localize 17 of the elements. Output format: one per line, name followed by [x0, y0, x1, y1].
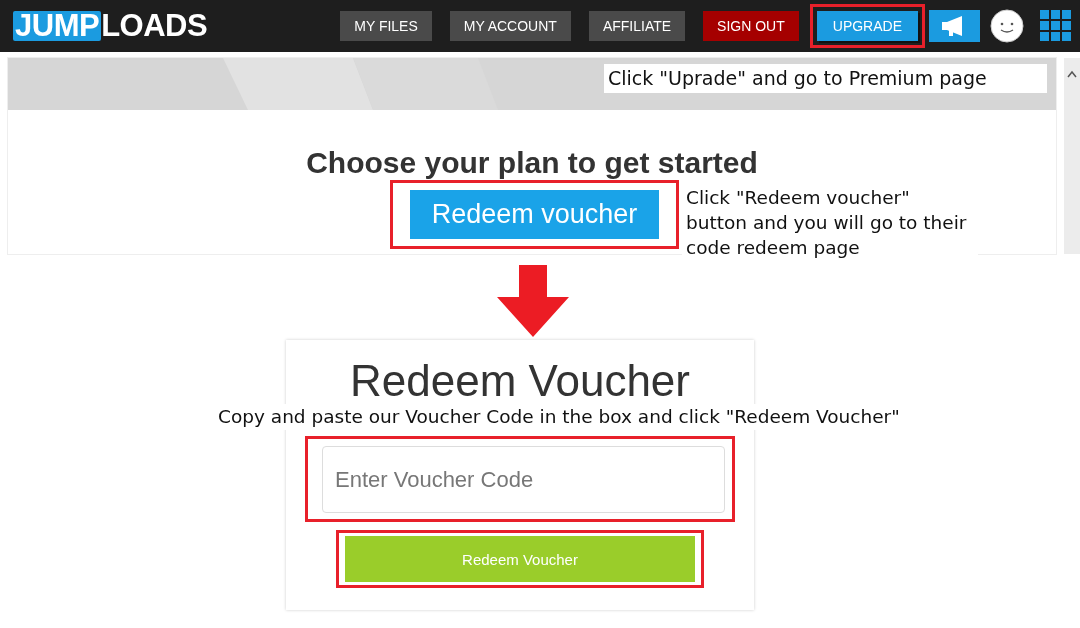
nav-button[interactable]: SIGN OUT [703, 11, 799, 41]
apps-grid-icon[interactable] [1040, 10, 1072, 42]
scrollbar[interactable] [1064, 58, 1080, 254]
nav-button[interactable]: MY FILES [340, 11, 432, 41]
annotation-note: Click "Uprade" and go to Premium page [604, 64, 1047, 93]
logo-text: LOADS [101, 8, 208, 44]
voucher-title: Redeem Voucher [350, 356, 690, 406]
logo-mark: JUMP [13, 11, 102, 41]
caret-up-icon[interactable] [1067, 70, 1077, 78]
down-arrow-icon [497, 265, 569, 337]
logo[interactable]: JUMPLOADS [13, 8, 208, 44]
nav-button[interactable]: AFFILIATE [588, 11, 686, 41]
plans-heading: Choose your plan to get started [305, 146, 759, 180]
megaphone-icon[interactable] [929, 10, 980, 42]
voucher-code-field[interactable]: Enter Voucher Code [322, 446, 725, 513]
smiley-avatar-icon[interactable] [990, 9, 1024, 43]
nav-button[interactable]: MY ACCOUNT [449, 11, 571, 41]
